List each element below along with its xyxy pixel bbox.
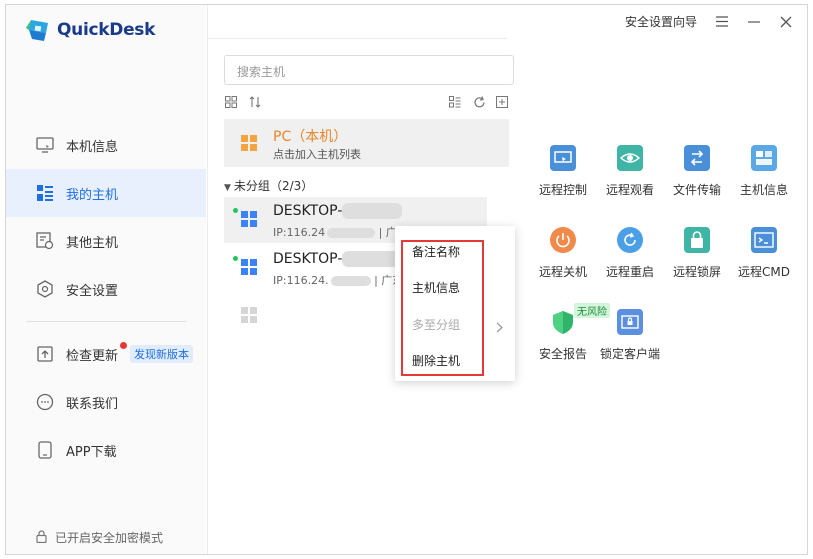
encryption-status: 已开启安全加密模式 [36, 529, 163, 546]
sidebar-item-contact-us[interactable]: 联系我们 [6, 378, 206, 426]
other-hosts-icon [36, 232, 54, 250]
sidebar-item-label: APP下载 [66, 444, 117, 460]
close-icon[interactable] [779, 15, 793, 29]
local-pc-row[interactable]: PC（本机） 点击加入主机列表 [224, 119, 509, 167]
group-count: （2/3） [269, 179, 314, 193]
sidebar-item-other-hosts[interactable]: 其他主机 [6, 217, 206, 265]
sidebar-item-label: 其他主机 [66, 235, 119, 251]
monitor-icon [36, 136, 54, 154]
security-report-button[interactable]: 无风险 安全报告 [530, 303, 610, 362]
menu-item-delete-host[interactable]: 删除主机 [412, 352, 460, 369]
context-menu: 备注名称 主机信息 多至分组 删除主机 [395, 226, 515, 381]
host-ip: IP:116.24 | 广东 [273, 226, 408, 239]
caret-down-icon: ▼ [224, 183, 231, 193]
remote-restart-button[interactable]: 远程重启 [597, 227, 663, 280]
windows-icon [241, 307, 257, 323]
host-info-button[interactable]: 主机信息 [731, 145, 797, 198]
menu-item-rename-note[interactable]: 备注名称 [412, 243, 460, 260]
windows-icon [241, 135, 257, 151]
sidebar-item-label: 我的主机 [66, 187, 119, 203]
encryption-status-text: 已开启安全加密模式 [55, 531, 164, 545]
file-transfer-label: 文件传输 [672, 183, 721, 197]
remote-lock-label: 远程锁屏 [672, 265, 721, 279]
remote-shutdown-button[interactable]: 远程关机 [530, 227, 596, 280]
header-divider [207, 38, 507, 39]
sidebar-nav-secondary: 检查更新 发现新版本 联系我们 APP下载 [6, 330, 206, 474]
sidebar-item-my-hosts[interactable]: 我的主机 [6, 169, 206, 217]
file-transfer-icon [684, 145, 710, 171]
lock-client-button[interactable]: 锁定客户端 [597, 309, 663, 362]
remote-control-label: 远程控制 [538, 183, 587, 197]
title-bar: 安全设置向导 [625, 13, 793, 30]
host-ip: IP:116.24. | 广东 [273, 274, 404, 287]
grid-view-icon[interactable] [224, 95, 238, 109]
host-name: DESKTOP- [273, 251, 403, 267]
sidebar-item-label: 联系我们 [66, 396, 119, 412]
menu-icon[interactable] [715, 15, 729, 29]
sidebar-divider [26, 321, 186, 322]
remote-restart-icon [617, 227, 643, 253]
menu-item-move-to-group[interactable]: 多至分组 [412, 316, 460, 333]
sidebar-item-local-info[interactable]: 本机信息 [6, 121, 206, 169]
remote-shutdown-icon [550, 227, 576, 253]
remote-control-button[interactable]: 远程控制 [530, 145, 596, 198]
remote-shutdown-label: 远程关机 [538, 265, 587, 279]
remote-cmd-icon [751, 227, 777, 253]
update-icon [36, 345, 54, 363]
add-host-icon[interactable] [495, 95, 509, 109]
sidebar-item-check-update[interactable]: 检查更新 发现新版本 [6, 330, 206, 378]
group-label: 未分组 [233, 179, 270, 193]
local-pc-subtitle: 点击加入主机列表 [273, 148, 361, 161]
file-transfer-button[interactable]: 文件传输 [664, 145, 730, 198]
sidebar-item-security-settings[interactable]: 安全设置 [6, 265, 206, 313]
group-header[interactable]: ▼ 未分组（2/3） [224, 177, 313, 194]
remote-cmd-label: 远程CMD [738, 265, 790, 279]
remote-lock-button[interactable]: 远程锁屏 [664, 227, 730, 280]
remote-view-label: 远程观看 [605, 183, 654, 197]
remote-cmd-button[interactable]: 远程CMD [731, 227, 797, 280]
sort-icon[interactable] [248, 95, 262, 109]
remote-view-button[interactable]: 远程观看 [597, 145, 663, 198]
sidebar: QuickDesk 本机信息 我的主机 其他主机 安全设置 检查更新 发现新版本… [6, 5, 206, 554]
list-view-icon[interactable] [448, 95, 462, 109]
online-status-dot [233, 208, 238, 213]
sidebar-item-label: 安全设置 [66, 283, 119, 299]
app-logo: QuickDesk [26, 17, 155, 43]
padlock-icon [36, 529, 47, 546]
sidebar-nav: 本机信息 我的主机 其他主机 安全设置 [6, 121, 206, 313]
security-wizard-link[interactable]: 安全设置向导 [625, 13, 697, 30]
host-list-icon [36, 184, 54, 202]
remote-control-icon [550, 145, 576, 171]
remote-restart-label: 远程重启 [605, 265, 654, 279]
phone-icon [36, 441, 54, 459]
host-name: DESKTOP- [273, 203, 403, 219]
app-name: QuickDesk [57, 20, 156, 40]
local-pc-title: PC（本机） [273, 129, 348, 145]
lock-client-label: 锁定客户端 [599, 347, 660, 361]
remote-lock-icon [684, 227, 710, 253]
shield-settings-icon [36, 280, 54, 298]
security-report-label: 安全报告 [538, 347, 587, 361]
search-input[interactable]: 搜索主机 [224, 55, 514, 85]
minimize-icon[interactable] [747, 15, 761, 29]
menu-item-host-info[interactable]: 主机信息 [412, 279, 460, 296]
host-info-icon [751, 145, 777, 171]
chat-icon [36, 393, 54, 411]
quickdesk-logo-icon [26, 17, 52, 43]
sidebar-item-label: 检查更新 [66, 348, 119, 364]
host-info-label: 主机信息 [739, 183, 788, 197]
refresh-icon[interactable] [472, 95, 486, 109]
chevron-right-icon [496, 318, 503, 337]
windows-icon [241, 211, 257, 227]
new-version-badge[interactable]: 发现新版本 [130, 345, 194, 363]
update-notification-dot [120, 342, 127, 349]
remote-view-icon [617, 145, 643, 171]
sidebar-item-app-download[interactable]: APP下载 [6, 426, 206, 474]
app-window: QuickDesk 本机信息 我的主机 其他主机 安全设置 检查更新 发现新版本… [5, 4, 808, 555]
security-report-icon: 无风险 [550, 303, 610, 335]
windows-icon [241, 259, 257, 275]
lock-client-icon [617, 309, 643, 335]
online-status-dot [233, 256, 238, 261]
sidebar-item-label: 本机信息 [66, 139, 119, 155]
